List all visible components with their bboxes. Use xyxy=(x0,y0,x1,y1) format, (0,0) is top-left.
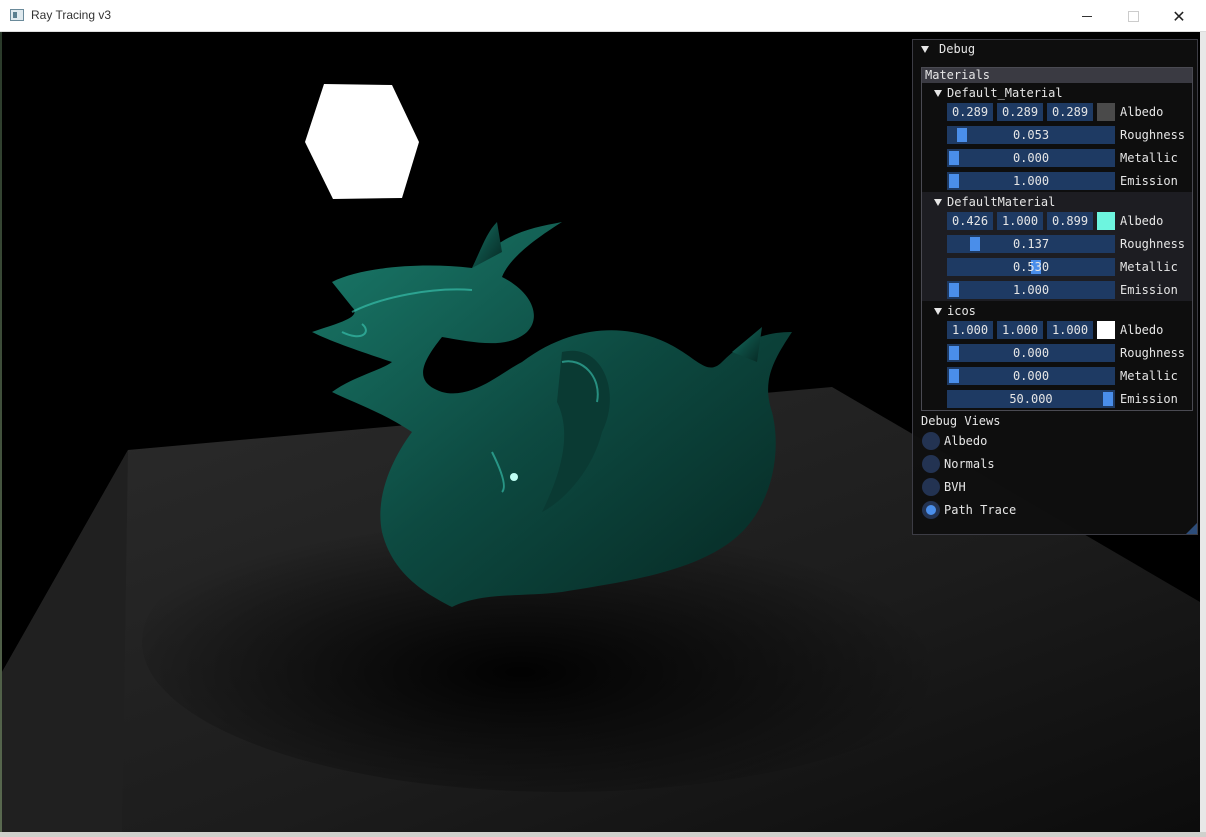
slider-grab[interactable] xyxy=(949,151,959,165)
radio-label: Albedo xyxy=(944,434,988,448)
material-node: Default_Material 0.289 0.289 0.289 Albed… xyxy=(922,83,1192,192)
window-title: Ray Tracing v3 xyxy=(31,8,112,22)
albedo-r-input[interactable]: 1.000 xyxy=(947,321,993,339)
roughness-label: Roughness xyxy=(1120,128,1186,142)
slider-grab[interactable] xyxy=(949,346,959,360)
materials-header: Materials xyxy=(922,68,1192,83)
resize-grip-icon[interactable] xyxy=(1186,523,1197,534)
albedo-b-input[interactable]: 0.289 xyxy=(1047,103,1093,121)
material-name[interactable]: Default_Material xyxy=(947,86,1063,100)
roughness-label: Roughness xyxy=(1120,346,1186,360)
window-frame-bottom xyxy=(0,832,1206,837)
debug-views-label: Debug Views xyxy=(921,414,1001,428)
albedo-color-swatch[interactable] xyxy=(1097,212,1115,230)
albedo-g-input[interactable]: 1.000 xyxy=(997,212,1043,230)
radio-label: Path Trace xyxy=(944,503,1017,517)
emission-value: 1.000 xyxy=(1012,283,1050,297)
app-icon xyxy=(10,9,24,21)
metallic-label: Metallic xyxy=(1120,260,1178,274)
slider-grab[interactable] xyxy=(970,237,981,251)
roughness-value: 0.137 xyxy=(1012,237,1050,251)
view-radio-albedo[interactable]: Albedo xyxy=(922,432,1122,452)
radio-label: BVH xyxy=(944,480,966,494)
metallic-label: Metallic xyxy=(1120,369,1178,383)
metallic-slider[interactable]: 0.530 xyxy=(947,258,1115,276)
debug-title: Debug xyxy=(939,42,976,56)
minimize-button[interactable] xyxy=(1064,0,1110,32)
emission-label: Emission xyxy=(1120,283,1178,297)
radio-button[interactable] xyxy=(922,478,940,496)
albedo-color-swatch[interactable] xyxy=(1097,103,1115,121)
slider-grab[interactable] xyxy=(957,128,968,142)
maximize-button[interactable] xyxy=(1110,0,1156,32)
tree-arrow-icon[interactable] xyxy=(934,90,942,97)
metallic-slider[interactable]: 0.000 xyxy=(947,149,1115,167)
emission-label: Emission xyxy=(1120,392,1178,406)
metallic-slider[interactable]: 0.000 xyxy=(947,367,1115,385)
albedo-r-input[interactable]: 0.426 xyxy=(947,212,993,230)
materials-header-label: Materials xyxy=(925,68,991,82)
radio-label: Normals xyxy=(944,457,995,471)
roughness-slider[interactable]: 0.137 xyxy=(947,235,1115,253)
albedo-label: Albedo xyxy=(1120,323,1164,337)
metallic-label: Metallic xyxy=(1120,151,1178,165)
roughness-value: 0.000 xyxy=(1012,346,1050,360)
materials-list[interactable]: Materials Default_Material 0.289 0.289 0… xyxy=(921,67,1193,411)
slider-grab[interactable] xyxy=(1103,392,1113,406)
material-name[interactable]: DefaultMaterial xyxy=(947,195,1055,209)
metallic-value: 0.000 xyxy=(1012,151,1050,165)
slider-grab[interactable] xyxy=(949,283,959,297)
albedo-g-input[interactable]: 1.000 xyxy=(997,321,1043,339)
material-name[interactable]: icos xyxy=(947,304,976,318)
material-node: icos 1.000 1.000 1.000 Albedo 0.000 Roug… xyxy=(922,301,1192,410)
roughness-label: Roughness xyxy=(1120,237,1186,251)
albedo-g-input[interactable]: 0.289 xyxy=(997,103,1043,121)
albedo-label: Albedo xyxy=(1120,214,1164,228)
radio-button[interactable] xyxy=(922,455,940,473)
albedo-r-input[interactable]: 0.289 xyxy=(947,103,993,121)
metallic-value: 0.000 xyxy=(1012,369,1050,383)
albedo-b-input[interactable]: 1.000 xyxy=(1047,321,1093,339)
window-frame-right xyxy=(1200,32,1206,837)
material-node: DefaultMaterial 0.426 1.000 0.899 Albedo… xyxy=(922,192,1192,301)
radio-button[interactable] xyxy=(922,501,940,519)
emission-slider[interactable]: 50.000 xyxy=(947,390,1115,408)
tree-arrow-icon[interactable] xyxy=(934,199,942,206)
debug-title-bar[interactable]: Debug xyxy=(913,40,1197,60)
metallic-value: 0.530 xyxy=(1012,260,1050,274)
albedo-color-swatch[interactable] xyxy=(1097,321,1115,339)
tree-arrow-icon[interactable] xyxy=(934,308,942,315)
emission-slider[interactable]: 1.000 xyxy=(947,281,1115,299)
slider-grab[interactable] xyxy=(949,174,959,188)
emission-label: Emission xyxy=(1120,174,1178,188)
radio-button[interactable] xyxy=(922,432,940,450)
albedo-b-input[interactable]: 0.899 xyxy=(1047,212,1093,230)
slider-grab[interactable] xyxy=(949,369,959,383)
roughness-slider[interactable]: 0.000 xyxy=(947,344,1115,362)
emission-value: 1.000 xyxy=(1012,174,1050,188)
close-button[interactable]: ✕ xyxy=(1156,0,1202,32)
emission-value: 50.000 xyxy=(1009,392,1053,406)
view-radio-normals[interactable]: Normals xyxy=(922,455,1122,475)
roughness-slider[interactable]: 0.053 xyxy=(947,126,1115,144)
collapse-arrow-icon[interactable] xyxy=(921,46,929,53)
title-bar[interactable]: Ray Tracing v3 ✕ xyxy=(0,0,1206,32)
roughness-value: 0.053 xyxy=(1012,128,1050,142)
debug-panel[interactable]: Debug Materials Default_Material 0.289 0… xyxy=(912,39,1198,535)
albedo-label: Albedo xyxy=(1120,105,1164,119)
view-radio-bvh[interactable]: BVH xyxy=(922,478,1122,498)
view-radio-path-trace[interactable]: Path Trace xyxy=(922,501,1122,521)
emission-slider[interactable]: 1.000 xyxy=(947,172,1115,190)
